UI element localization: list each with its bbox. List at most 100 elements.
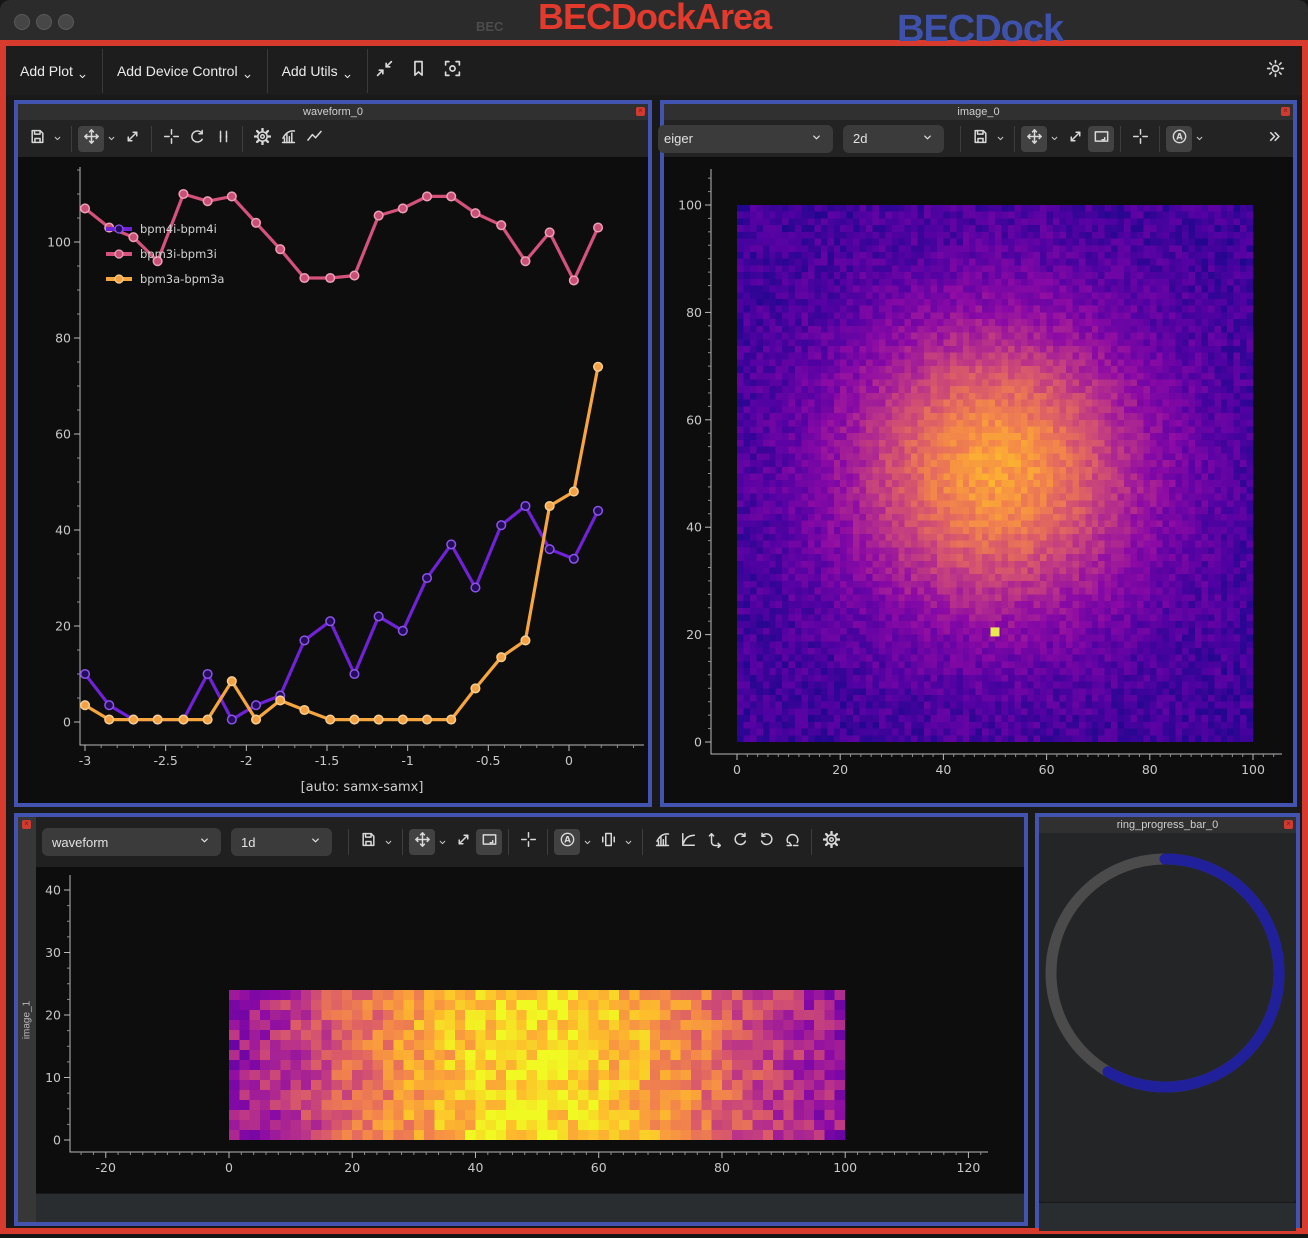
monitor-select-dropdown[interactable]: waveform — [42, 828, 221, 856]
save-options[interactable] — [381, 829, 396, 855]
image-toolbar: eiger 2d A — [664, 120, 1293, 157]
settings-button[interactable] — [249, 126, 275, 152]
chevron-down-icon — [309, 834, 322, 850]
zoom-window-button[interactable] — [58, 14, 74, 30]
svg-text:-2.5: -2.5 — [153, 753, 177, 768]
device-select-button[interactable] — [595, 829, 621, 855]
close-icon[interactable]: × — [1281, 107, 1290, 116]
waveform-plot[interactable]: 020406080100-3-2.5-2-1.5-1-0.50[auto: sa… — [18, 157, 648, 803]
add-plot-menu[interactable]: Add Plot — [6, 46, 102, 95]
curve-icon — [306, 128, 323, 150]
save-options[interactable] — [993, 126, 1008, 152]
dock-area: Add Plot Add Device Control Add Utils — [0, 40, 1308, 1234]
crosshair-button[interactable] — [158, 126, 184, 152]
close-icon[interactable]: × — [636, 107, 645, 116]
svg-text:0: 0 — [733, 762, 741, 777]
reset-view-button[interactable] — [184, 126, 210, 152]
legend-item-bpm3a-bpm3a[interactable]: bpm3a-bpm3a — [106, 272, 224, 286]
save-icon — [972, 128, 989, 150]
screenshot-button[interactable] — [438, 56, 468, 86]
pan-mode-options[interactable] — [104, 126, 119, 152]
svg-text:80: 80 — [714, 1160, 730, 1175]
svg-text:-1: -1 — [401, 753, 413, 768]
image-1-axes-svg[interactable]: 010203040-20020406080100120 — [36, 867, 1024, 1192]
svg-text:40: 40 — [686, 520, 702, 535]
auto-scale-button[interactable] — [119, 126, 145, 152]
pan-mode-button[interactable] — [1021, 126, 1047, 152]
fft-button[interactable] — [649, 829, 675, 855]
roi-select-button[interactable] — [210, 126, 236, 152]
image-plot[interactable]: 020406080100020406080100 — [664, 157, 1293, 803]
settings-button[interactable] — [818, 829, 844, 855]
auto-range-button[interactable]: A — [1166, 126, 1192, 152]
waveform-1d-toolbar: waveform 1d A — [36, 817, 1024, 867]
theme-toggle-button[interactable] — [1260, 56, 1290, 86]
pan-mode-button[interactable] — [78, 126, 104, 152]
save-button[interactable] — [967, 126, 993, 152]
waveform-chart-svg[interactable]: 020406080100-3-2.5-2-1.5-1-0.50[auto: sa… — [18, 157, 648, 803]
image-0-axes-svg[interactable]: 020406080100020406080100 — [664, 157, 1293, 803]
close-window-button[interactable] — [14, 14, 30, 30]
auto-frame-button[interactable] — [476, 829, 502, 855]
auto-range-options[interactable] — [1192, 126, 1207, 152]
auto-range-button[interactable]: A — [554, 829, 580, 855]
crosshair-button[interactable] — [1127, 126, 1153, 152]
pan-mode-options[interactable] — [435, 829, 450, 855]
image-marker[interactable] — [991, 627, 1000, 636]
bec-dock-area-window: BEC BECDockArea BECDock Add Plot Add Dev… — [0, 0, 1308, 1238]
chevron-down-icon — [342, 69, 353, 85]
dock-titlebar-vertical[interactable]: × image_1 — [18, 817, 36, 1222]
legend-item-bpm3i-bpm3i[interactable]: bpm3i-bpm3i — [106, 247, 217, 261]
pan-mode-button[interactable] — [409, 829, 435, 855]
dock-waveform-0: waveform_0 × 020406080100-3-2.5-2-1.5-1-… — [14, 100, 652, 807]
crosshair-button[interactable] — [515, 829, 541, 855]
svg-text:20: 20 — [344, 1160, 360, 1175]
dim-select-dropdown[interactable]: 2d — [843, 125, 944, 153]
add-device-control-menu[interactable]: Add Device Control — [103, 46, 267, 95]
dock-status-bar — [36, 1193, 1024, 1222]
monitor-select-dropdown[interactable]: eiger — [658, 125, 833, 153]
auto-range-options[interactable] — [580, 829, 595, 855]
rotate-left-button[interactable] — [753, 829, 779, 855]
device-select-options[interactable] — [621, 829, 636, 855]
close-icon[interactable]: × — [1284, 820, 1293, 829]
svg-text:60: 60 — [55, 427, 71, 442]
rotate-cw-icon — [732, 831, 749, 853]
toolbar-overflow-button[interactable] — [1261, 126, 1287, 152]
curves-button[interactable] — [301, 126, 327, 152]
save-options[interactable] — [50, 126, 65, 152]
dock-titlebar[interactable]: waveform_0 × — [18, 104, 648, 120]
minimize-window-button[interactable] — [36, 14, 52, 30]
add-utils-menu[interactable]: Add Utils — [268, 46, 367, 95]
save-button[interactable] — [355, 829, 381, 855]
collapse-docks-button[interactable] — [370, 56, 400, 86]
legend[interactable]: bpm4i-bpm4ibpm3i-bpm3ibpm3a-bpm3a — [106, 222, 224, 286]
transpose-button[interactable] — [701, 829, 727, 855]
toolbar-separator — [960, 126, 961, 152]
dock-titlebar[interactable]: image_0 × — [664, 104, 1293, 120]
reset-rotation-button[interactable] — [779, 829, 805, 855]
dock-status-bar — [1039, 1202, 1296, 1231]
auto-scale-button[interactable] — [1062, 126, 1088, 152]
rotate-right-button[interactable] — [727, 829, 753, 855]
screenshot-icon — [443, 59, 462, 83]
add-plot-label: Add Plot — [20, 63, 73, 79]
main-toolbar: Add Plot Add Device Control Add Utils — [6, 46, 1302, 95]
save-layout-button[interactable] — [404, 56, 434, 86]
svg-text:-0.5: -0.5 — [476, 753, 500, 768]
dim-select-dropdown[interactable]: 1d — [231, 828, 332, 856]
curve-fit-button[interactable] — [675, 829, 701, 855]
svg-text:[auto: samx-samx]: [auto: samx-samx] — [301, 780, 424, 795]
toolbar-separator — [811, 829, 812, 855]
close-icon[interactable]: × — [22, 820, 31, 829]
strip-image-plot[interactable]: 010203040-20020406080100120 — [36, 867, 1024, 1193]
fft-button[interactable] — [275, 126, 301, 152]
save-button[interactable] — [24, 126, 50, 152]
dock-titlebar[interactable]: ring_progress_bar_0 × — [1039, 817, 1296, 833]
auto-frame-button[interactable] — [1088, 126, 1114, 152]
monitor-select-value: eiger — [664, 131, 784, 146]
auto-scale-button[interactable] — [450, 829, 476, 855]
pan-mode-options[interactable] — [1047, 126, 1062, 152]
toolbar-separator — [402, 829, 403, 855]
window-title: BEC — [476, 19, 503, 34]
